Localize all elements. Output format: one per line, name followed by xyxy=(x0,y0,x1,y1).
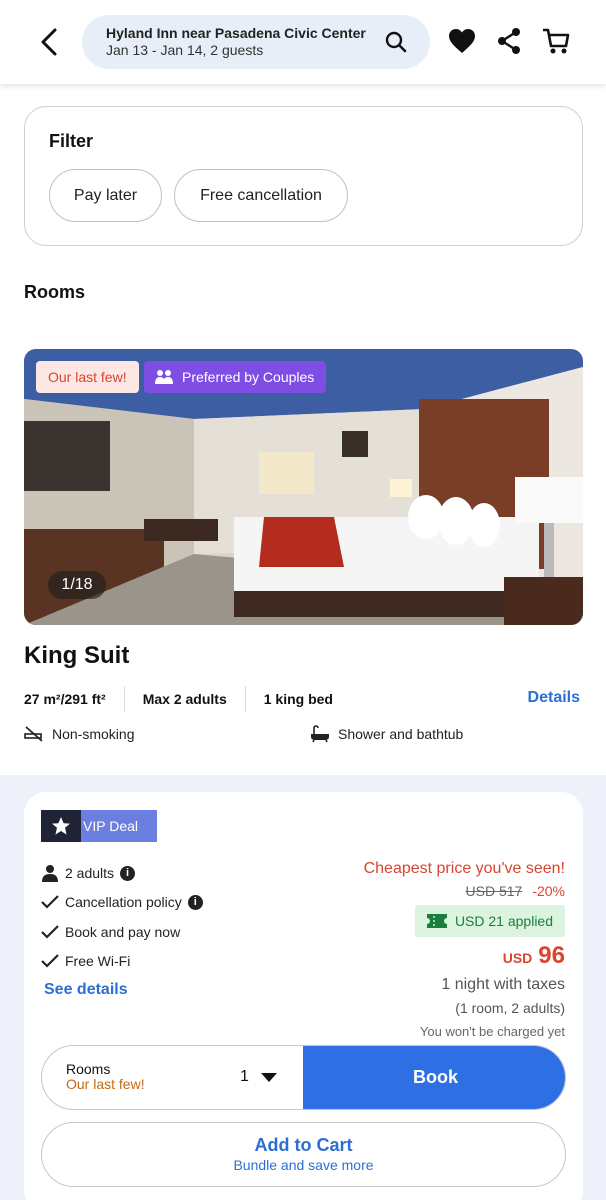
deal-card: VIP Deal 2 adults i Cancellation policy … xyxy=(24,792,583,1200)
rooms-heading: Rooms xyxy=(24,282,86,302)
share-icon xyxy=(498,28,520,54)
preferred-couples-label: Preferred by Couples xyxy=(182,369,315,385)
rooms-last-few: Our last few! xyxy=(66,1076,145,1092)
current-price: USD 96 xyxy=(503,942,565,970)
feature-label: Cancellation policy xyxy=(65,894,182,910)
coupon-applied-badge: USD 21 applied xyxy=(414,905,565,937)
rooms-label: Rooms xyxy=(66,1061,111,1077)
original-price: USD 517 -20% xyxy=(466,883,566,899)
discount-percent: -20% xyxy=(532,883,565,899)
amenity-bathtub: Shower and bathtub xyxy=(310,725,463,743)
search-icon[interactable] xyxy=(384,30,408,54)
search-summary[interactable]: Hyland Inn near Pasadena Civic Center Ja… xyxy=(82,15,430,69)
feature-cancellation: Cancellation policy i xyxy=(41,894,203,910)
heart-icon xyxy=(449,29,475,53)
room-quantity-selector[interactable]: Rooms Our last few! 1 Book xyxy=(41,1045,566,1110)
room-name: King Suit xyxy=(24,642,130,669)
cheapest-price-note: Cheapest price you've seen! xyxy=(363,860,565,877)
details-link[interactable]: Details xyxy=(528,689,580,707)
night-taxes-note: 1 night with taxes xyxy=(441,976,565,993)
no-smoking-icon xyxy=(24,726,43,742)
coupon-applied-label: USD 21 applied xyxy=(454,913,553,929)
feature-label: Book and pay now xyxy=(65,924,181,940)
back-button[interactable] xyxy=(34,22,64,62)
price-amount: 96 xyxy=(538,942,565,969)
check-icon xyxy=(41,925,59,939)
filter-card: Filter Pay later Free cancellation xyxy=(24,106,583,246)
chevron-left-icon xyxy=(41,28,57,56)
original-price-value: USD 517 xyxy=(465,883,523,899)
vip-deal-label: VIP Deal xyxy=(75,810,157,842)
add-to-cart-button[interactable]: Add to Cart Bundle and save more xyxy=(41,1122,566,1187)
no-charge-note: You won't be charged yet xyxy=(419,1024,565,1039)
favorite-button[interactable] xyxy=(447,26,477,56)
amenity-label: Shower and bathtub xyxy=(338,726,464,742)
amenity-label: Non-smoking xyxy=(52,726,135,742)
see-details-link[interactable]: See details xyxy=(44,981,128,999)
chip-free-cancellation[interactable]: Free cancellation xyxy=(174,169,348,222)
cart-icon xyxy=(543,28,570,54)
couple-icon xyxy=(155,370,173,384)
filter-title: Filter xyxy=(49,131,94,151)
room-size: 27 m²/291 ft² xyxy=(24,691,106,707)
top-bar: Hyland Inn near Pasadena Civic Center Ja… xyxy=(0,0,606,84)
bathtub-icon xyxy=(311,725,329,743)
divider xyxy=(244,686,246,712)
feature-label: Free Wi-Fi xyxy=(65,953,131,969)
photo-counter: 1/18 xyxy=(48,571,106,599)
info-icon[interactable]: i xyxy=(120,865,136,881)
last-few-badge: Our last few! xyxy=(36,361,139,393)
feature-label: 2 adults xyxy=(65,865,115,881)
amenity-non-smoking: Non-smoking xyxy=(24,725,134,743)
caret-down-icon[interactable] xyxy=(261,1073,277,1082)
preferred-couples-badge: Preferred by Couples xyxy=(144,361,327,393)
book-button[interactable]: Book xyxy=(303,1046,565,1109)
check-icon xyxy=(41,954,59,968)
feature-book-pay: Book and pay now xyxy=(41,924,180,940)
room-adults-note: (1 room, 2 adults) xyxy=(455,1000,565,1016)
feature-wifi: Free Wi-Fi xyxy=(41,953,130,969)
room-occupancy: Max 2 adults xyxy=(142,691,227,707)
vip-deal-badge: VIP Deal xyxy=(41,810,157,842)
share-button[interactable] xyxy=(494,26,524,56)
room-quantity[interactable]: 1 xyxy=(240,1068,249,1086)
add-to-cart-label: Add to Cart xyxy=(254,1135,353,1155)
feature-adults: 2 adults i xyxy=(41,864,136,882)
cart-button[interactable] xyxy=(541,26,571,56)
info-icon[interactable]: i xyxy=(187,894,203,910)
dates-guests: Jan 13 - Jan 14, 2 guests xyxy=(106,42,264,58)
bundle-save-label: Bundle and save more xyxy=(233,1157,374,1173)
price-currency: USD xyxy=(502,950,533,966)
star-icon xyxy=(41,810,81,842)
person-icon xyxy=(42,865,58,882)
hotel-name: Hyland Inn near Pasadena Civic Center xyxy=(106,25,366,41)
chip-pay-later[interactable]: Pay later xyxy=(49,169,162,222)
room-photo[interactable]: Our last few! Preferred by Couples 1/18 xyxy=(24,349,583,625)
room-bed: 1 king bed xyxy=(263,691,333,707)
check-icon xyxy=(41,895,59,909)
ticket-icon xyxy=(426,914,447,928)
divider xyxy=(123,686,125,712)
room-specs: 27 m²/291 ft² Max 2 adults 1 king bed xyxy=(24,686,333,712)
